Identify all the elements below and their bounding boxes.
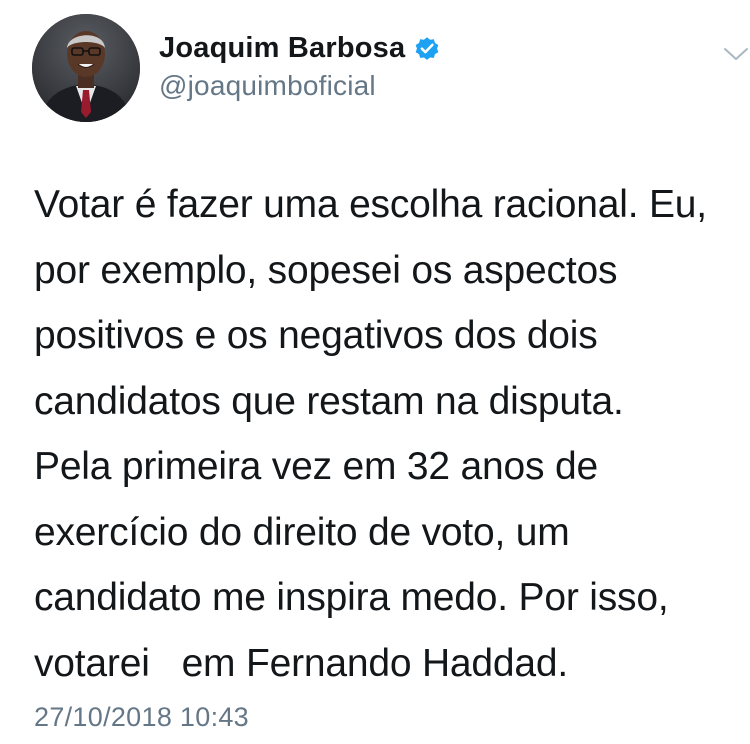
author-avatar[interactable] <box>32 14 140 122</box>
tweet-card: Joaquim Barbosa @joaquimboficial Votar é… <box>0 0 750 744</box>
author-handle[interactable]: @joaquimboficial <box>159 70 441 102</box>
chevron-down-icon[interactable] <box>722 44 750 64</box>
author-display-name[interactable]: Joaquim Barbosa <box>159 32 405 65</box>
author-header: Joaquim Barbosa @joaquimboficial <box>159 30 441 102</box>
verified-badge-icon <box>413 34 441 62</box>
tweet-text: Votar é fazer uma escolha racional. Eu, … <box>34 183 707 685</box>
display-name-row: Joaquim Barbosa <box>159 30 441 66</box>
profile-photo-icon <box>32 14 140 122</box>
tweet-timestamp[interactable]: 27/10/2018 10:43 <box>34 702 249 733</box>
